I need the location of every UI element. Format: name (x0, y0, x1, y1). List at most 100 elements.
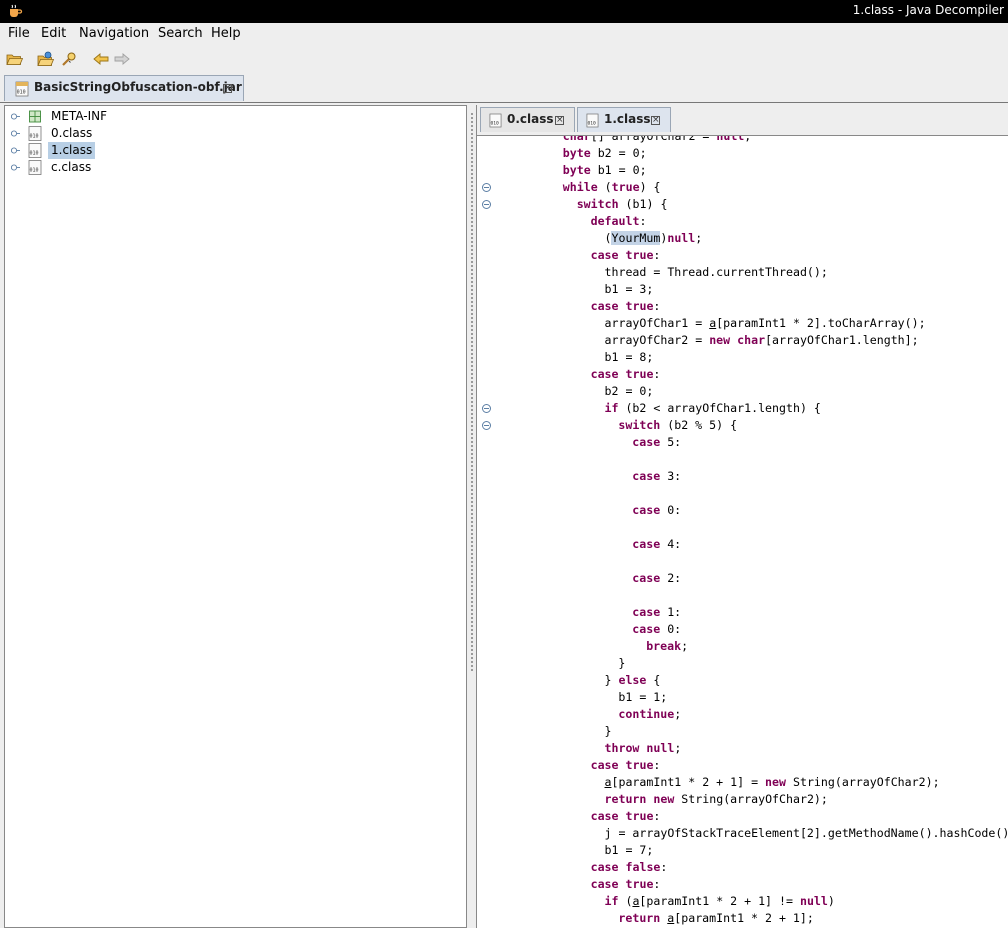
toolbar (0, 45, 1008, 73)
open-folder-icon[interactable] (5, 50, 23, 68)
svg-text:010: 010 (490, 121, 499, 127)
splitter-grip (471, 373, 473, 375)
code-line: case true: (591, 808, 661, 825)
code-line: default: (591, 213, 647, 230)
menu-file[interactable]: File (8, 26, 30, 42)
splitter-grip (471, 521, 473, 523)
tree-item[interactable]: 0101.class (5, 142, 445, 159)
splitter-grip (471, 141, 473, 143)
search-icon[interactable] (60, 50, 78, 68)
splitter-grip (471, 609, 473, 611)
code-view[interactable]: char[] arrayOfChar2 = null;byte b2 = 0;b… (477, 135, 1008, 929)
splitter-grip (471, 465, 473, 467)
splitter-grip (471, 261, 473, 263)
code-line: b1 = 1; (618, 689, 667, 706)
splitter-grip (471, 493, 473, 495)
tree-item[interactable]: 0100.class (5, 125, 445, 142)
code-line: byte b2 = 0; (563, 145, 647, 162)
splitter-grip (471, 281, 473, 283)
splitter-grip (471, 501, 473, 503)
code-line: case 2: (632, 570, 681, 587)
splitter-grip (471, 321, 473, 323)
code-line: j = arrayOfStackTraceElement[2].getMetho… (605, 825, 1008, 842)
splitter-grip (471, 449, 473, 451)
splitter-grip (471, 593, 473, 595)
code-line: continue; (618, 706, 681, 723)
class-file-icon: 010 (28, 160, 42, 175)
splitter-grip (471, 393, 473, 395)
collapse-fold-icon[interactable] (482, 183, 491, 192)
splitter-grip (471, 229, 473, 231)
splitter-grip (471, 641, 473, 643)
splitter-grip (471, 121, 473, 123)
splitter-grip (471, 405, 473, 407)
editor-panel: 010 0.class × 010 1.class × char[] array… (476, 105, 1008, 928)
splitter-grip (471, 341, 473, 343)
splitter-grip (471, 553, 473, 555)
splitter-grip (471, 205, 473, 207)
class-file-icon: 010 (28, 143, 42, 158)
expand-toggle-icon[interactable] (11, 146, 20, 155)
splitter-grip (471, 413, 473, 415)
code-line: } else { (605, 672, 661, 689)
tree-item-label: META-INF (48, 108, 110, 125)
splitter-grip (471, 613, 473, 615)
splitter-grip (471, 317, 473, 319)
svg-text:010: 010 (30, 168, 39, 174)
close-tab-icon[interactable]: × (651, 116, 660, 125)
svg-text:010: 010 (587, 121, 596, 127)
splitter-grip (471, 661, 473, 663)
splitter-grip (471, 645, 473, 647)
tree-item[interactable]: META-INF (5, 108, 445, 125)
splitter-grip (471, 457, 473, 459)
tab-label: 1.class (604, 112, 651, 126)
splitter-grip (471, 245, 473, 247)
panel-splitter[interactable] (467, 105, 476, 928)
menu-help[interactable]: Help (211, 26, 241, 42)
splitter-grip (471, 653, 473, 655)
splitter-grip (471, 585, 473, 587)
expand-toggle-icon[interactable] (11, 129, 20, 138)
splitter-grip (471, 445, 473, 447)
splitter-grip (471, 669, 473, 671)
expand-toggle-icon[interactable] (11, 112, 20, 121)
splitter-grip (471, 657, 473, 659)
tree-item[interactable]: 010 c.class (5, 159, 445, 176)
splitter-grip (471, 197, 473, 199)
tab-label: 0.class (507, 112, 554, 126)
tab-0-class[interactable]: 010 0.class × (480, 107, 575, 132)
menu-navigation[interactable]: Navigation (79, 26, 149, 42)
splitter-grip (471, 461, 473, 463)
splitter-grip (471, 453, 473, 455)
tree-item-label: c.class (48, 159, 94, 176)
splitter-grip (471, 377, 473, 379)
splitter-grip (471, 309, 473, 311)
svg-text:010: 010 (30, 151, 39, 157)
splitter-grip (471, 525, 473, 527)
code-line: case 1: (632, 604, 681, 621)
menu-search[interactable]: Search (158, 26, 203, 42)
splitter-grip (471, 173, 473, 175)
collapse-fold-icon[interactable] (482, 421, 491, 430)
file-tab-label: BasicStringObfuscation-obf.jar (34, 80, 242, 94)
collapse-fold-icon[interactable] (482, 404, 491, 413)
splitter-grip (471, 517, 473, 519)
package-tree: META-INF0100.class0101.class010c.class (4, 105, 467, 928)
splitter-grip (471, 221, 473, 223)
menu-edit[interactable]: Edit (41, 26, 66, 42)
tab-1-class[interactable]: 010 1.class × (577, 107, 671, 132)
forward-arrow-icon[interactable] (113, 50, 131, 68)
file-tab[interactable]: 010 BasicStringObfuscation-obf.jar × (4, 75, 244, 101)
code-line: throw null; (605, 740, 682, 757)
code-line: case true: (591, 366, 661, 383)
collapse-fold-icon[interactable] (482, 200, 491, 209)
close-tab-icon[interactable]: × (555, 116, 564, 125)
splitter-grip (471, 529, 473, 531)
back-arrow-icon[interactable] (92, 50, 110, 68)
expand-toggle-icon[interactable] (11, 163, 20, 172)
open-type-icon[interactable] (36, 50, 54, 68)
splitter-grip (471, 629, 473, 631)
splitter-grip (471, 617, 473, 619)
close-file-tab-icon[interactable]: × (223, 84, 232, 93)
fold-gutter (477, 136, 491, 929)
